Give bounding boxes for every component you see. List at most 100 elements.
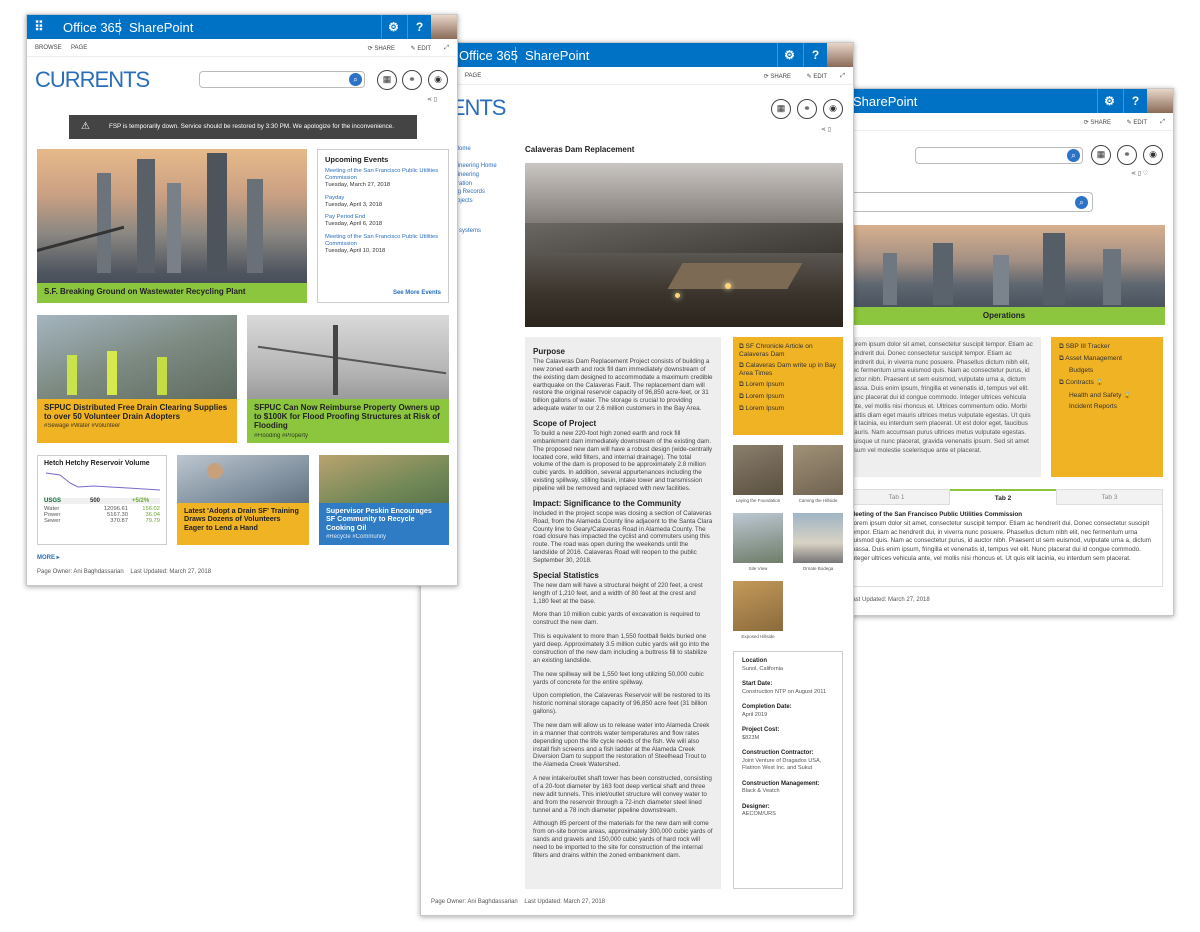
more-link[interactable]: MORE ▸ bbox=[37, 554, 60, 561]
share-like-icons[interactable]: ⋖ ▯ ♡ bbox=[1131, 171, 1148, 179]
see-more-events-link[interactable]: See More Events bbox=[393, 290, 441, 296]
event-item[interactable]: Meeting of the San Francisco Public Util… bbox=[325, 234, 441, 256]
news-tile[interactable]: Latest 'Adopt a Drain SF' Training Draws… bbox=[177, 455, 309, 545]
link-incident[interactable]: Incident Reports bbox=[1069, 403, 1163, 410]
search-input[interactable]: ⌕ bbox=[915, 147, 1083, 164]
share-button[interactable]: ⟳ SHARE bbox=[1084, 119, 1111, 126]
search-icon[interactable]: ⌕ bbox=[1067, 149, 1080, 162]
operations-hero[interactable]: Operations bbox=[843, 225, 1165, 325]
news-tile[interactable]: SFPUC Distributed Free Drain Clearing Su… bbox=[37, 315, 237, 443]
tab-2[interactable]: Tab 2 bbox=[950, 489, 1056, 505]
thumb-hillside[interactable] bbox=[793, 445, 843, 495]
tab-browse[interactable]: BROWSE bbox=[35, 45, 62, 51]
share-follow-icons[interactable]: ⋖ ▯ bbox=[821, 127, 831, 135]
edit-button[interactable]: ✎ EDIT bbox=[1127, 119, 1147, 126]
reservoir-widget[interactable]: Hetch Hetchy Reservoir Volume USGS 500 +… bbox=[37, 455, 167, 545]
gear-icon[interactable]: ⚙ bbox=[1097, 89, 1121, 113]
share-button[interactable]: ⟳ SHARE bbox=[368, 45, 395, 52]
fact: Location Sunol, California bbox=[742, 658, 784, 672]
edit-button[interactable]: ✎ EDIT bbox=[807, 73, 827, 80]
link-icon[interactable]: ⚭ bbox=[797, 99, 817, 119]
news-tile[interactable]: Supervisor Peskin Encourages SF Communit… bbox=[319, 455, 449, 545]
event-item[interactable]: Meeting of the San Francisco Public Util… bbox=[325, 168, 441, 190]
link-health[interactable]: Health and Safety 🔒 bbox=[1069, 391, 1163, 399]
suite-bar: Office 365 SharePoint ⚙ ? bbox=[421, 43, 853, 67]
profile-icon[interactable]: ◉ bbox=[823, 99, 843, 119]
link-contracts[interactable]: ⧉ Contracts 🔒 bbox=[1059, 378, 1163, 387]
link-sbp[interactable]: ⧉ SBP III Tracker bbox=[1059, 343, 1163, 351]
link-lorem[interactable]: ⧉ Lorem Ipsum bbox=[739, 381, 843, 389]
tab-page[interactable]: PAGE bbox=[71, 45, 87, 51]
fact: Start Date: Construction NTP on August 20… bbox=[742, 681, 827, 695]
gear-icon[interactable]: ⚙ bbox=[777, 43, 801, 67]
help-icon[interactable]: ? bbox=[803, 43, 827, 67]
thumb-bodega[interactable] bbox=[793, 513, 843, 563]
alert-text: FSP is temporarily down. Service should … bbox=[109, 123, 395, 130]
search-icon[interactable]: ⌕ bbox=[1075, 196, 1088, 209]
search-input[interactable]: ⌕ bbox=[199, 71, 365, 88]
tab-page[interactable]: PAGE bbox=[465, 73, 481, 79]
thumb-foundation[interactable] bbox=[733, 445, 783, 495]
tab-3[interactable]: Tab 3 bbox=[1056, 489, 1163, 505]
brand[interactable]: Office 365 bbox=[63, 20, 122, 35]
thumb-exposed-hillside[interactable] bbox=[733, 581, 783, 631]
events-title: Upcoming Events bbox=[325, 155, 389, 164]
edit-button[interactable]: ✎ EDIT bbox=[411, 45, 431, 52]
news-caption: SFPUC Can Now Reimburse Property Owners … bbox=[247, 399, 449, 443]
site-contents-icon[interactable]: ▦ bbox=[377, 70, 397, 90]
page-title: Calaveras Dam Replacement bbox=[525, 145, 635, 154]
profile-icon[interactable]: ◉ bbox=[1143, 145, 1163, 165]
app-name[interactable]: SharePoint bbox=[525, 48, 589, 63]
link-lorem[interactable]: ⧉ Lorem Ipsum bbox=[739, 393, 843, 401]
avatar[interactable] bbox=[827, 43, 853, 67]
event-item[interactable]: Payday Tuesday, April 3, 2018 bbox=[325, 195, 441, 209]
app-name[interactable]: SharePoint bbox=[853, 94, 917, 109]
link-lorem[interactable]: ⧉ Lorem Ipsum bbox=[739, 405, 843, 413]
help-icon[interactable]: ? bbox=[407, 15, 431, 39]
usgs-logo: USGS bbox=[44, 498, 62, 504]
tab-1[interactable]: Tab 1 bbox=[843, 489, 950, 505]
avatar[interactable] bbox=[1147, 89, 1173, 113]
share-follow-icons[interactable]: ⋖ ▯ bbox=[427, 97, 437, 105]
brand[interactable]: Office 365 bbox=[459, 48, 518, 63]
gear-icon[interactable]: ⚙ bbox=[381, 15, 405, 39]
avatar[interactable] bbox=[431, 15, 457, 39]
thumb-caption: Exposed Hillside bbox=[741, 634, 775, 639]
link-asset[interactable]: ⧉ Asset Management bbox=[1059, 355, 1163, 363]
fact: Project Cost: $823M bbox=[742, 727, 780, 741]
hero-caption: Operations bbox=[843, 307, 1165, 325]
related-links: ⧉ SF Chronicle Article on Calaveras Dam … bbox=[733, 337, 843, 435]
share-button[interactable]: ⟳ SHARE bbox=[764, 73, 791, 80]
secondary-search-input[interactable]: ⌕ bbox=[843, 192, 1093, 212]
suite-bar: SharePoint ⚙ ? bbox=[843, 89, 1173, 113]
intro-text: Lorem ipsum dolor sit amet, consectetur … bbox=[843, 337, 1041, 477]
site-contents-icon[interactable]: ▦ bbox=[1091, 145, 1111, 165]
quick-links: ⧉ SBP III Tracker ⧉ Asset Management Bud… bbox=[1051, 337, 1163, 477]
dam-hero-image[interactable] bbox=[525, 163, 843, 327]
focus-icon[interactable]: ⤢ bbox=[444, 45, 449, 52]
fact: Designer: AECOM/URS bbox=[742, 803, 776, 818]
site-logo[interactable]: CURRENTS bbox=[35, 67, 150, 93]
event-item[interactable]: Pay Period End Tuesday, April 6, 2018 bbox=[325, 214, 441, 228]
focus-icon[interactable]: ⤢ bbox=[1160, 119, 1165, 126]
hero-news-tile[interactable]: S.F. Breaking Ground on Wastewater Recyc… bbox=[37, 149, 307, 303]
news-tile[interactable]: SFPUC Can Now Reimburse Property Owners … bbox=[247, 315, 449, 443]
profile-icon[interactable]: ◉ bbox=[428, 70, 448, 90]
news-caption: Supervisor Peskin Encourages SF Communit… bbox=[319, 503, 449, 545]
fact: Construction Contractor: Joint Venture of… bbox=[742, 750, 822, 772]
link-budgets[interactable]: Budgets bbox=[1069, 367, 1163, 374]
thumb-site-view[interactable] bbox=[733, 513, 783, 563]
link-bay-area[interactable]: ⧉ Calaveras Dam write up in Bay Area Tim… bbox=[739, 362, 843, 377]
app-name[interactable]: SharePoint bbox=[129, 20, 193, 35]
focus-icon[interactable]: ⤢ bbox=[840, 73, 845, 80]
link-chronicle[interactable]: ⧉ SF Chronicle Article on Calaveras Dam bbox=[739, 343, 843, 358]
fact: Completion Date: April 2019 bbox=[742, 704, 792, 718]
link-icon[interactable]: ⚭ bbox=[402, 70, 422, 90]
site-contents-icon[interactable]: ▦ bbox=[771, 99, 791, 119]
project-facts: Location Sunol, California Start Date: Con… bbox=[733, 651, 843, 889]
help-icon[interactable]: ? bbox=[1123, 89, 1147, 113]
link-icon[interactable]: ⚭ bbox=[1117, 145, 1137, 165]
tab-strip: Tab 1 Tab 2 Tab 3 bbox=[843, 489, 1163, 505]
app-launcher-icon[interactable]: ⠿ bbox=[27, 15, 51, 39]
search-icon[interactable]: ⌕ bbox=[349, 73, 362, 86]
